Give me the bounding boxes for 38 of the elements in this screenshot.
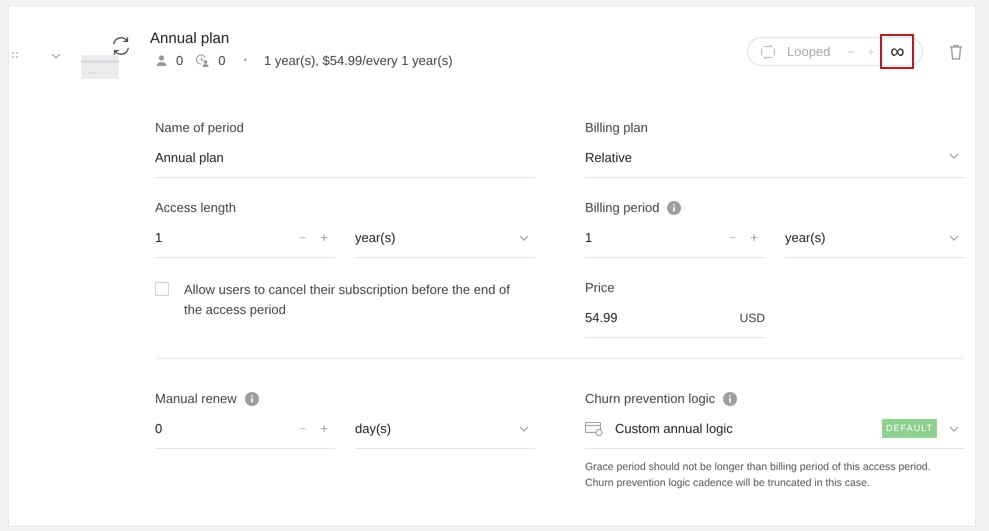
card-thumbnail-icon bbox=[81, 55, 119, 79]
checkbox-label: Allow users to cancel their subscription before the end of the access period bbox=[184, 281, 511, 319]
select-field[interactable]: Relative bbox=[585, 148, 965, 178]
churn-note: Grace period should not be longer than billing period of this access period. Churn prevention logic cadence will be truncated in this case. bbox=[585, 460, 932, 491]
infinity-button[interactable]: ∞ bbox=[880, 34, 914, 69]
field-label: Manual renew bbox=[155, 390, 237, 408]
unit-select[interactable]: day(s) bbox=[355, 409, 535, 449]
plan-summary: 1 year(s), $54.99/every 1 year(s) bbox=[264, 52, 453, 70]
plan-title: Annual plan bbox=[150, 29, 230, 49]
field-label: Price bbox=[585, 279, 615, 298]
chevron-down-icon bbox=[949, 153, 959, 159]
trial-count: 0 bbox=[218, 52, 226, 70]
unit-select[interactable]: year(s) bbox=[355, 218, 535, 258]
churn-logic-select[interactable]: Custom annual logic DEFAULT bbox=[585, 409, 965, 449]
chevron-down-icon bbox=[949, 426, 959, 432]
chevron-down-icon bbox=[519, 234, 529, 240]
field-label: Access length bbox=[155, 199, 236, 218]
unit-select[interactable]: year(s) bbox=[785, 218, 965, 258]
separator-dot: • bbox=[243, 54, 247, 68]
refresh-icon bbox=[110, 35, 132, 57]
trash-icon[interactable] bbox=[949, 44, 963, 60]
text-field[interactable]: Annual plan bbox=[155, 148, 535, 178]
field-label: Billing plan bbox=[585, 119, 648, 138]
default-badge: DEFAULT bbox=[882, 418, 937, 438]
chevron-down-icon bbox=[949, 234, 959, 240]
field-label: Name of period bbox=[155, 119, 244, 138]
subscriber-count: 0 bbox=[176, 52, 184, 70]
chevron-down-icon bbox=[51, 53, 61, 59]
clock-user-icon bbox=[196, 54, 210, 68]
drag-handle-icon[interactable] bbox=[12, 52, 18, 58]
user-icon bbox=[156, 55, 167, 66]
price-field[interactable]: 54.99 USD bbox=[585, 298, 765, 338]
field-label: Billing period bbox=[585, 199, 660, 218]
card-clock-icon bbox=[585, 422, 603, 436]
checkbox[interactable] bbox=[155, 282, 169, 296]
chevron-down-icon bbox=[519, 426, 529, 432]
field-label: Churn prevention logic bbox=[585, 390, 716, 408]
loop-icon[interactable] bbox=[759, 42, 777, 60]
